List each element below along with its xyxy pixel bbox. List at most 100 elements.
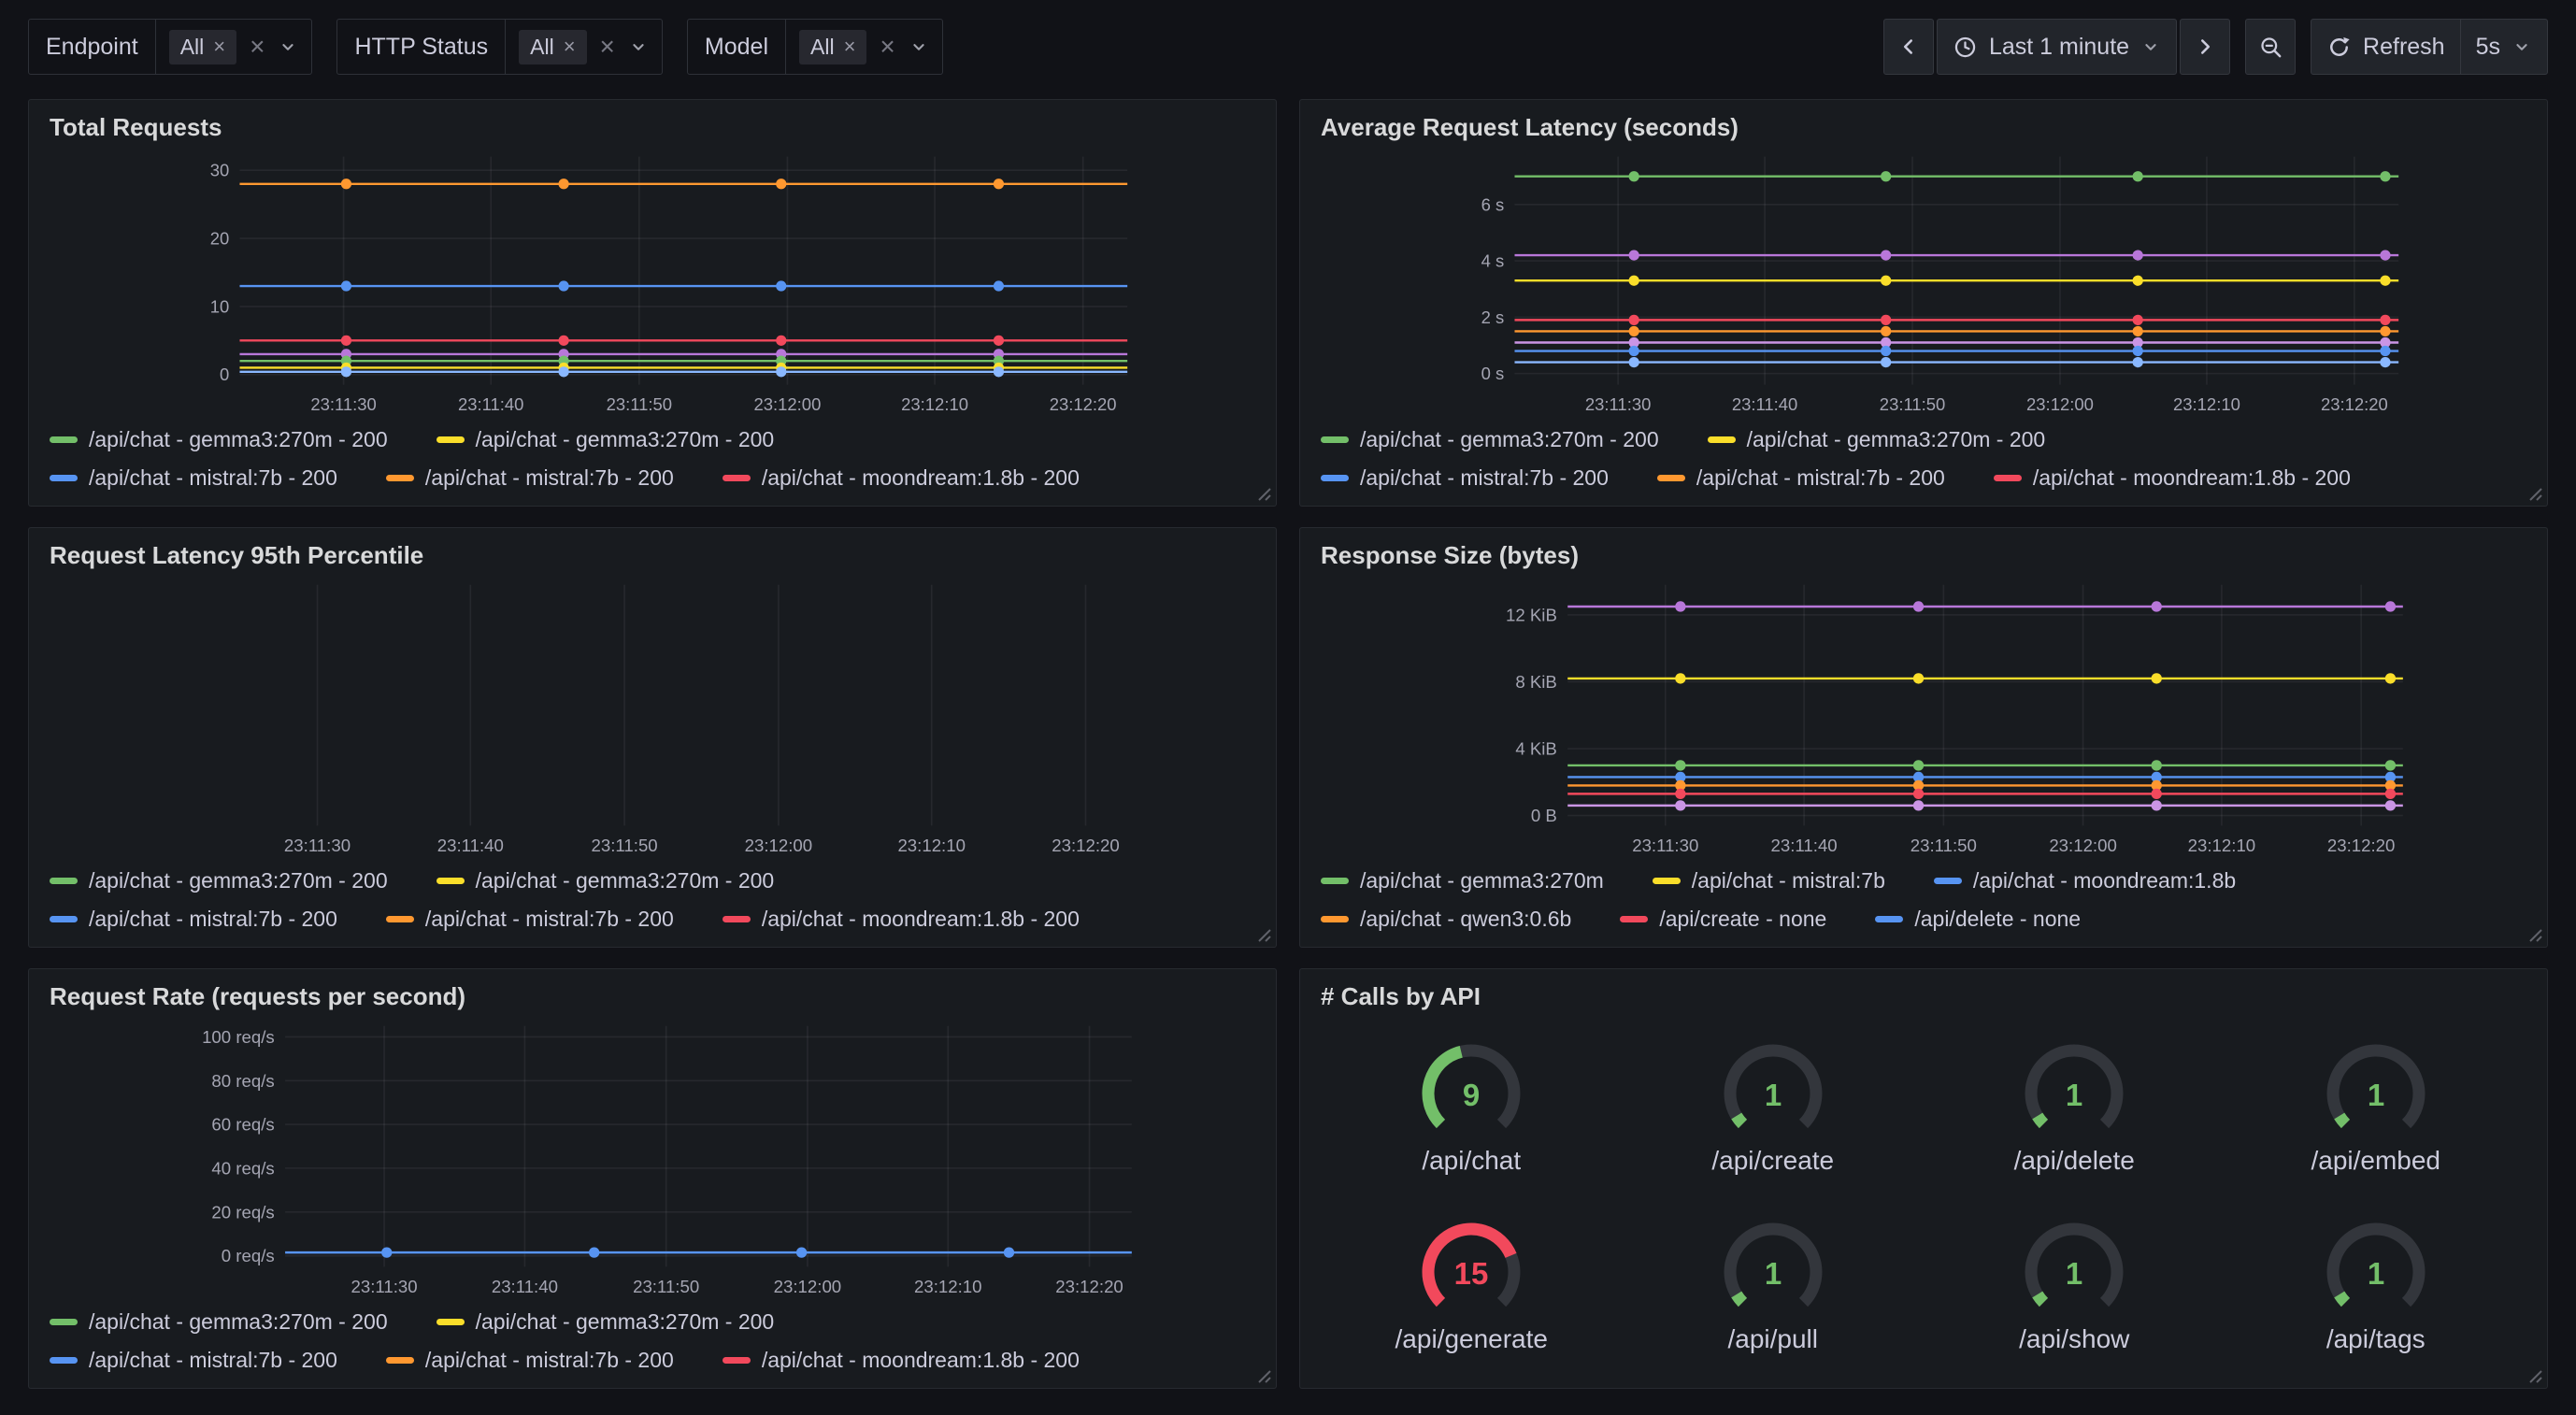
data-point [2152,673,2162,683]
legend-series-label: /api/chat - mistral:7b - 200 [1696,465,1945,491]
filter-value-select[interactable]: All×× [505,20,662,74]
legend-item[interactable]: /api/create - none [1620,907,1826,932]
panel-resize-handle[interactable] [1255,926,1272,943]
gauge-api-delete: 1/api/delete [1924,1017,2225,1195]
legend-item[interactable]: /api/chat - gemma3:270m - 200 [50,427,388,452]
gauge-api-generate: 15/api/generate [1321,1195,1623,1374]
legend: /api/chat - gemma3:270m - 200/api/chat -… [50,1309,1255,1373]
panel-title[interactable]: Request Rate (requests per second) [50,982,1255,1011]
panel-resize-handle[interactable] [2526,485,2543,502]
legend-series-label: /api/chat - gemma3:270m [1360,868,1604,893]
legend-item[interactable]: /api/chat - mistral:7b - 200 [1657,465,1945,491]
legend-item[interactable]: /api/chat - gemma3:270m - 200 [1708,427,2046,452]
filter-label: Model [688,34,785,61]
legend-series-label: /api/chat - moondream:1.8b - 200 [762,465,1080,491]
panel-resize-handle[interactable] [1255,1367,1272,1384]
data-point [2133,326,2143,336]
legend-item[interactable]: /api/chat - mistral:7b - 200 [386,907,674,932]
panel-resize-handle[interactable] [2526,926,2543,943]
gauge-visual: 1 [2004,1036,2144,1148]
clear-selection-icon[interactable]: × [600,34,615,60]
legend-item[interactable]: /api/chat - gemma3:270m - 200 [50,868,388,893]
chart-canvas: 23:11:3023:11:4023:11:5023:12:0023:12:10… [50,1017,1255,1300]
gauge-title: /api/show [2019,1324,2129,1354]
legend-item[interactable]: /api/chat - qwen3:0.6b [1321,907,1571,932]
legend-item[interactable]: /api/chat - mistral:7b - 200 [50,907,337,932]
panel-title[interactable]: # Calls by API [1321,982,2526,1011]
zoom-out-button[interactable] [2245,19,2296,75]
grafana-dashboard: { "palette": { "green": "#73BF69", "yell… [0,0,2576,1415]
panel-request-rate-requests-per-second: Request Rate (requests per second) 23:11:… [28,968,1277,1389]
legend-series-label: /api/chat - gemma3:270m - 200 [476,868,775,893]
gauge-title: /api/chat [1422,1146,1521,1176]
chart-canvas: 23:11:3023:11:4023:11:5023:12:0023:12:10… [50,576,1255,859]
time-shift-back-button[interactable] [1883,19,1934,75]
legend-item[interactable]: /api/chat - mistral:7b - 200 [386,1348,674,1373]
panel-resize-handle[interactable] [1255,485,1272,502]
filter-chip[interactable]: All× [799,30,866,64]
legend-item[interactable]: /api/chat - moondream:1.8b [1934,868,2236,893]
x-tick-label: 23:12:20 [1055,1277,1123,1296]
legend-item[interactable]: /api/chat - gemma3:270m - 200 [436,868,775,893]
panel-resize-handle[interactable] [2526,1367,2543,1384]
data-point [776,336,786,346]
x-tick-label: 23:11:30 [1585,394,1651,414]
x-tick-label: 23:11:50 [633,1277,699,1296]
legend-item[interactable]: /api/chat - mistral:7b - 200 [1321,465,1609,491]
panel-title[interactable]: Total Requests [50,113,1255,142]
x-tick-label: 23:12:00 [745,836,813,855]
data-point [1881,171,1891,181]
legend-item[interactable]: /api/chat - gemma3:270m - 200 [1321,427,1659,452]
legend-series-label: /api/chat - mistral:7b - 200 [425,465,674,491]
legend-item[interactable]: /api/chat - moondream:1.8b - 200 [723,465,1080,491]
clear-selection-icon[interactable]: × [880,34,894,60]
chevron-down-icon [628,36,649,57]
legend-item[interactable]: /api/chat - gemma3:270m - 200 [436,427,775,452]
clock-icon [1953,35,1978,60]
legend-series-label: /api/chat - mistral:7b - 200 [425,1348,674,1373]
legend-item[interactable]: /api/chat - moondream:1.8b - 200 [723,1348,1080,1373]
data-point [1913,800,1924,810]
panel-response-size-bytes: Response Size (bytes)23:11:3023:11:4023:… [1299,527,2548,948]
legend-item[interactable]: /api/chat - gemma3:270m - 200 [50,1309,388,1335]
legend-series-swatch [50,475,78,481]
chip-remove-icon[interactable]: × [564,36,576,57]
filter-chip[interactable]: All× [169,30,236,64]
legend-item[interactable]: /api/chat - mistral:7b [1653,868,1885,893]
legend-item[interactable]: /api/chat - mistral:7b - 200 [50,465,337,491]
data-point [1913,760,1924,770]
legend-series-swatch [50,878,78,884]
panel-total-requests: Total Requests23:11:3023:11:4023:11:5023… [28,99,1277,507]
refresh-button[interactable]: Refresh [2311,19,2461,75]
legend-item[interactable]: /api/chat - moondream:1.8b - 200 [723,907,1080,932]
panel-title[interactable]: Request Latency 95th Percentile [50,541,1255,570]
legend-item[interactable]: /api/chat - moondream:1.8b - 200 [1994,465,2351,491]
legend: /api/chat - gemma3:270m - 200/api/chat -… [1321,427,2526,491]
x-tick-label: 23:12:00 [2049,836,2117,855]
refresh-interval-button[interactable]: 5s [2460,19,2548,75]
clear-selection-icon[interactable]: × [250,34,265,60]
filter-chip[interactable]: All× [519,30,586,64]
panel-title[interactable]: Response Size (bytes) [1321,541,2526,570]
gauge-value: 9 [1463,1078,1480,1112]
panel-title[interactable]: Average Request Latency (seconds) [1321,113,2526,142]
x-tick-label: 23:11:40 [492,1277,558,1296]
legend-item[interactable]: /api/chat - gemma3:270m [1321,868,1604,893]
legend-series-swatch [723,1357,751,1364]
legend-item[interactable]: /api/chat - gemma3:270m - 200 [436,1309,775,1335]
data-point [2380,346,2390,356]
filter-value-select[interactable]: All×× [785,20,942,74]
filter-value-select[interactable]: All×× [155,20,312,74]
data-point [2380,171,2390,181]
legend-item[interactable]: /api/chat - mistral:7b - 200 [386,465,674,491]
chip-remove-icon[interactable]: × [213,36,225,57]
legend-item[interactable]: /api/chat - mistral:7b - 200 [50,1348,337,1373]
data-point [1881,326,1891,336]
data-point [2380,326,2390,336]
data-point [1675,601,1685,611]
time-range-picker-button[interactable]: Last 1 minute [1937,19,2177,75]
legend-item[interactable]: /api/delete - none [1875,907,2081,932]
data-point [2385,673,2396,683]
chip-remove-icon[interactable]: × [844,36,856,57]
time-shift-forward-button[interactable] [2180,19,2230,75]
